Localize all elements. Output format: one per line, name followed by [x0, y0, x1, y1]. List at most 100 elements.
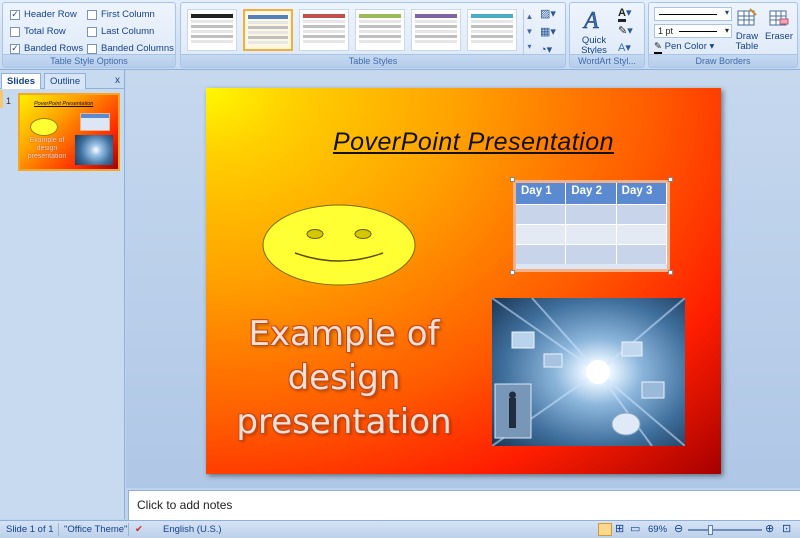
table-style-swatch-row — [191, 35, 233, 38]
picture-panel — [543, 353, 563, 368]
smiley-left-eye — [306, 229, 324, 239]
table-cell[interactable] — [566, 225, 617, 244]
zoom-level[interactable]: 69% — [648, 524, 667, 535]
day-table[interactable]: Day 1 Day 2 Day 3 — [513, 180, 670, 272]
slide-show-icon[interactable]: ▭ — [630, 522, 640, 535]
table-style-swatch-row — [303, 35, 345, 38]
panel-tabs: Slides Outline x — [0, 73, 125, 89]
slide-thumbnail[interactable]: PoverPoint Presentation Example of desig… — [18, 93, 120, 171]
table-resize-handle[interactable] — [668, 270, 673, 275]
table-resize-handle[interactable] — [668, 177, 673, 182]
quick-styles-button[interactable]: A Quick Styles — [574, 6, 614, 56]
tab-slides[interactable]: Slides — [1, 73, 41, 89]
draw-table-button[interactable]: Draw Table — [733, 7, 761, 52]
table-cell[interactable] — [616, 205, 667, 224]
table-resize-handle[interactable] — [510, 177, 515, 182]
table-style-swatch-row — [471, 14, 513, 18]
thumbnail-body-line-2: design — [36, 145, 58, 152]
eraser-button[interactable]: Eraser — [763, 7, 795, 42]
day-table-header-2[interactable]: Day 2 — [566, 183, 617, 204]
pen-weight-line — [679, 31, 717, 32]
table-styles-group: ▲ ▼ ▾ ▨▾ ▦▾ ◔▾ Table Styles — [180, 2, 566, 68]
last-column-checkbox[interactable]: Last Column — [87, 26, 154, 37]
smiley-face-shape[interactable] — [261, 203, 417, 287]
table-cell[interactable] — [616, 245, 667, 264]
table-style-swatch-row — [359, 40, 401, 43]
table-cell[interactable] — [566, 205, 617, 224]
status-bar: Slide 1 of 1 "Office Theme" ✔︎ English (… — [0, 520, 800, 538]
table-style-swatch-row — [248, 36, 288, 39]
borders-button[interactable]: ▦▾ — [540, 25, 556, 38]
first-column-checkbox[interactable]: First Column — [87, 9, 155, 20]
total-row-check — [10, 26, 20, 37]
slide-canvas[interactable]: PoverPoint Presentation Day 1 Day 2 Day … — [206, 88, 721, 474]
picture-mouse — [611, 412, 641, 436]
thumbnail-table — [80, 113, 110, 131]
text-outline-button[interactable]: ✎▾ — [618, 24, 633, 37]
table-style-options-label: Table Style Options — [3, 54, 175, 67]
gallery-more-icon[interactable]: ▾ — [524, 39, 535, 54]
gallery-up-icon[interactable]: ▲ — [524, 9, 535, 24]
slide-count: Slide 1 of 1 — [6, 524, 54, 535]
day-table-header-1[interactable]: Day 1 — [516, 183, 567, 204]
slide-sorter-icon[interactable]: ⊞ — [615, 522, 624, 535]
thumbnail-selection-band — [0, 90, 3, 108]
table-cell[interactable] — [566, 245, 617, 264]
fit-slide-icon[interactable]: ⊡ — [782, 522, 791, 535]
panel-close-icon[interactable]: x — [115, 75, 120, 86]
table-style-swatch-row — [248, 31, 288, 34]
normal-view-button[interactable] — [598, 523, 612, 536]
zoom-out-icon[interactable]: ⊖ — [674, 522, 683, 535]
picture-panel — [641, 381, 665, 399]
gallery-down-icon[interactable]: ▼ — [524, 24, 535, 39]
table-row — [516, 224, 667, 244]
table-cell[interactable] — [516, 245, 567, 264]
day-table-header-3[interactable]: Day 3 — [617, 183, 667, 204]
zoom-slider[interactable] — [688, 525, 762, 535]
table-cell[interactable] — [516, 225, 567, 244]
banded-columns-checkbox[interactable]: Banded Columns — [87, 43, 174, 54]
thumbnail-title: PoverPoint Presentation — [34, 101, 94, 107]
table-style-swatch-row — [415, 30, 457, 33]
text-effects-button[interactable]: A▾ — [618, 41, 631, 54]
notes-pane[interactable]: Click to add notes — [128, 490, 800, 520]
slide-picture-tunnel[interactable] — [492, 298, 685, 446]
thumbnail-table-header — [81, 114, 109, 118]
spell-check-icon[interactable]: ✔︎ — [135, 524, 143, 535]
picture-panel — [511, 331, 535, 349]
table-style-swatch-row — [248, 21, 288, 24]
table-cell[interactable] — [516, 205, 567, 224]
pen-weight-dropdown[interactable]: 1 pt ▾ — [654, 24, 732, 38]
table-style-option[interactable] — [299, 9, 349, 51]
table-style-swatch-row — [359, 20, 401, 23]
tab-outline[interactable]: Outline — [44, 73, 87, 89]
text-outline-icon: ✎ — [618, 25, 628, 37]
slide-title[interactable]: PoverPoint Presentation — [316, 128, 631, 157]
table-style-option[interactable] — [355, 9, 405, 51]
pen-style-dropdown[interactable]: ▾ — [654, 7, 732, 21]
slide-body-text[interactable]: Example of design presentation — [234, 312, 454, 444]
status-separator — [58, 523, 59, 536]
table-cell[interactable] — [616, 225, 667, 244]
pen-color-button[interactable]: ✎ Pen Color ▾ — [654, 41, 714, 54]
shading-button[interactable]: ▨▾ — [540, 7, 556, 20]
eraser-icon — [769, 10, 789, 26]
table-style-option[interactable] — [467, 9, 517, 51]
table-style-option[interactable] — [411, 9, 461, 51]
slide-body-line-1: Example of — [248, 314, 440, 354]
zoom-in-icon[interactable]: ⊕ — [765, 522, 774, 535]
total-row-checkbox[interactable]: Total Row — [10, 26, 66, 37]
slide-body-line-3: presentation — [236, 402, 452, 442]
language-label[interactable]: English (U.S.) — [163, 524, 222, 535]
banded-rows-checkbox[interactable]: ✓ Banded Rows — [10, 43, 83, 54]
table-resize-handle[interactable] — [510, 270, 515, 275]
zoom-slider-thumb[interactable] — [708, 525, 713, 535]
table-style-option[interactable] — [243, 9, 293, 51]
header-row-checkbox[interactable]: ✓ Header Row — [10, 9, 77, 20]
table-style-swatch-row — [359, 14, 401, 18]
text-fill-button[interactable]: A▾ — [618, 6, 631, 22]
table-style-option[interactable] — [187, 9, 237, 51]
thumbnail-body-line-1: Example of — [29, 137, 65, 144]
thumbnail-picture — [75, 135, 113, 165]
table-style-swatch-row — [191, 25, 233, 28]
